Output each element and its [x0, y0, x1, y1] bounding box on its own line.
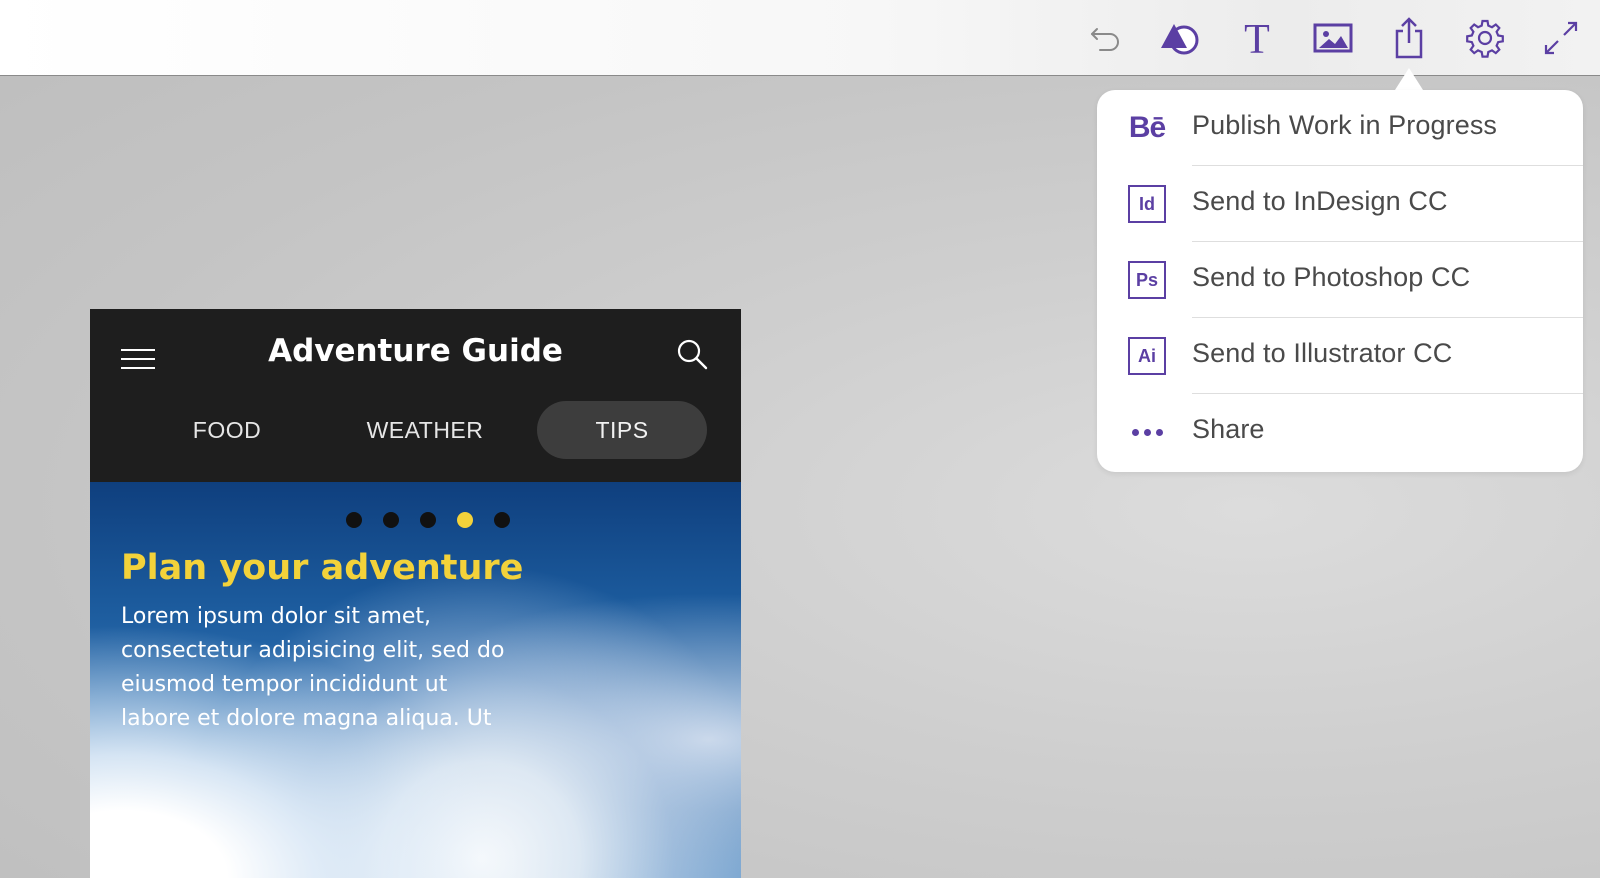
- image-button[interactable]: [1309, 14, 1357, 62]
- menu-item-send-illustrator[interactable]: Ai Send to Illustrator CC: [1097, 318, 1583, 394]
- share-menu: Bē Publish Work in Progress Id Send to I…: [1097, 90, 1583, 472]
- menu-item-send-photoshop[interactable]: Ps Send to Photoshop CC: [1097, 242, 1583, 318]
- undo-icon: [1091, 28, 1119, 51]
- menu-item-label: Send to Photoshop CC: [1192, 262, 1471, 292]
- pager-dot[interactable]: [420, 512, 436, 528]
- app-title: Adventure Guide: [268, 333, 563, 369]
- menu-item-label: Share: [1192, 414, 1265, 444]
- text-button[interactable]: T: [1233, 14, 1281, 62]
- undo-button[interactable]: [1081, 14, 1129, 62]
- behance-icon: Bē: [1128, 111, 1166, 144]
- more-dots-icon: [1127, 412, 1167, 452]
- app-artboard[interactable]: Adventure Guide FOOD WEATHER TIPS Plan y…: [90, 309, 741, 878]
- text-icon: T: [1244, 20, 1270, 56]
- carousel-pager: [90, 512, 741, 528]
- tab-weather[interactable]: WEATHER: [340, 401, 510, 459]
- menu-item-label: Send to Illustrator CC: [1192, 338, 1453, 368]
- shapes-icon: [1161, 24, 1199, 55]
- menu-item-publish-wip[interactable]: Bē Publish Work in Progress: [1097, 90, 1583, 166]
- tab-tips[interactable]: TIPS: [537, 401, 707, 459]
- tab-food[interactable]: FOOD: [152, 401, 302, 459]
- fullscreen-icon: [1544, 21, 1578, 55]
- app-header: Adventure Guide FOOD WEATHER TIPS: [90, 309, 741, 482]
- share-icon: [1395, 17, 1423, 59]
- illustrator-icon: Ai: [1127, 336, 1167, 376]
- app-tabs: FOOD WEATHER TIPS: [90, 401, 741, 461]
- photoshop-icon: Ps: [1127, 260, 1167, 300]
- shapes-button[interactable]: [1155, 14, 1203, 62]
- svg-text:T: T: [1244, 20, 1270, 56]
- menu-item-label: Send to InDesign CC: [1192, 186, 1448, 216]
- settings-icon: [1466, 19, 1504, 58]
- hero-body-text: Lorem ipsum dolor sit amet, consectetur …: [121, 604, 505, 731]
- fullscreen-button[interactable]: [1537, 14, 1585, 62]
- hero-banner: Plan your adventure Lorem ipsum dolor si…: [90, 482, 741, 878]
- image-icon: [1313, 23, 1353, 53]
- menu-item-send-indesign[interactable]: Id Send to InDesign CC: [1097, 166, 1583, 242]
- share-button[interactable]: [1385, 14, 1433, 62]
- pager-dot-active[interactable]: [457, 512, 473, 528]
- search-icon[interactable]: [675, 337, 711, 373]
- pager-dot[interactable]: [494, 512, 510, 528]
- pager-dot[interactable]: [383, 512, 399, 528]
- pager-dot[interactable]: [346, 512, 362, 528]
- popover-caret: [1395, 68, 1423, 90]
- settings-button[interactable]: [1461, 14, 1509, 62]
- indesign-icon: Id: [1127, 184, 1167, 224]
- menu-item-share[interactable]: Share: [1097, 394, 1583, 470]
- menu-item-label: Publish Work in Progress: [1192, 110, 1498, 140]
- top-toolbar: T: [0, 0, 1600, 76]
- hero-title: Plan your adventure: [121, 548, 524, 588]
